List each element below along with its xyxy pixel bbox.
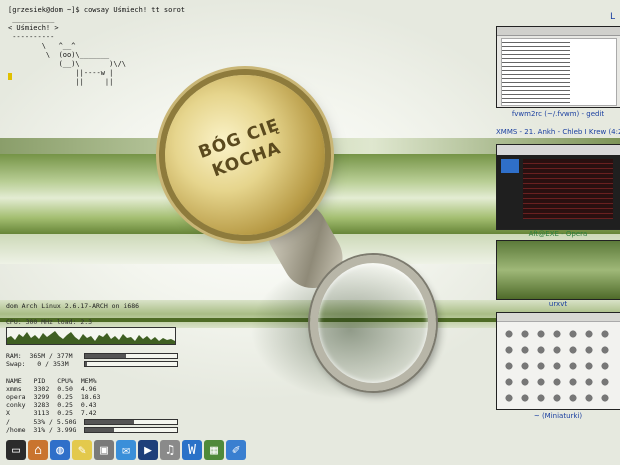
pager-corner-icon[interactable]: L xyxy=(610,12,615,22)
fs-root-bar xyxy=(84,419,178,425)
ram-bar-fill xyxy=(85,354,127,358)
ram-bar xyxy=(84,353,178,359)
thumbnail-opera[interactable] xyxy=(496,144,620,230)
column-header: MEM% xyxy=(80,377,97,385)
terminal-icon[interactable]: ▭ xyxy=(6,440,26,460)
process-cpu: 0.25 xyxy=(57,393,73,401)
conky-monitor: dom Arch Linux 2.6.17-ARCH on i686 CPU: … xyxy=(6,302,184,434)
process-cpu: 0.50 xyxy=(57,385,73,393)
media-icon[interactable]: ▣ xyxy=(94,440,114,460)
window-caption[interactable]: Aft@EXE - Opera xyxy=(496,230,620,238)
fs-root-meter: / 53% / 5.50G xyxy=(6,418,184,426)
fs-home-bar-fill xyxy=(85,428,114,432)
video-icon[interactable]: ▶ xyxy=(138,440,158,460)
home-icon[interactable]: ⌂ xyxy=(28,440,48,460)
table-row: xmms 3302 0.50 4.96 xyxy=(6,385,108,393)
image-icon[interactable]: ▦ xyxy=(204,440,224,460)
window-caption[interactable]: ~ (Miniaturki) xyxy=(496,412,620,420)
cap-inscription: BÓG CIĘ KOCHA xyxy=(195,115,284,182)
process-mem: 0.43 xyxy=(80,401,97,409)
process-table-header: NAME PID CPU% MEM% xyxy=(6,377,108,385)
process-pid: 3299 xyxy=(33,393,50,401)
keyring xyxy=(310,255,436,391)
process-mem: 18.63 xyxy=(80,393,101,401)
process-name: xmms xyxy=(6,385,22,393)
process-pid: 3283 xyxy=(33,401,50,409)
process-name: opera xyxy=(6,393,26,401)
globe-icon[interactable]: ◍ xyxy=(50,440,70,460)
thumbnail-file-manager[interactable] xyxy=(496,312,620,410)
music-icon[interactable]: ♫ xyxy=(160,440,180,460)
process-cpu: 0.25 xyxy=(57,401,73,409)
ram-meter: RAM: 365M / 377M xyxy=(6,352,184,360)
process-pid: 3113 xyxy=(33,409,50,417)
fs-home-bar xyxy=(84,427,178,433)
window-caption[interactable]: urxvt xyxy=(496,300,620,308)
terminal-output[interactable]: [grzesiek@dom ~]$ cowsay Uśmiech! tt sor… xyxy=(8,6,185,87)
swap-bar-fill xyxy=(85,362,87,366)
application-dock: ▭ ⌂ ◍ ✎ ▣ ✉ ▶ ♫ W ▦ ✐ xyxy=(6,440,246,460)
table-row: X 3113 0.25 7.42 xyxy=(6,409,108,417)
swap-label: Swap: 0 / 353M xyxy=(6,360,69,368)
notes-icon[interactable]: ✎ xyxy=(72,440,92,460)
system-info: dom Arch Linux 2.6.17-ARCH on i686 xyxy=(6,302,140,310)
thumbnail-urxvt[interactable] xyxy=(496,240,620,300)
fs-root-bar-fill xyxy=(85,420,134,424)
column-header: CPU% xyxy=(57,377,73,385)
ram-label: RAM: 365M / 377M xyxy=(6,352,73,360)
process-mem: 4.96 xyxy=(80,385,97,393)
column-header: PID xyxy=(33,377,46,385)
cpu-graph xyxy=(6,327,176,345)
process-mem: 7.42 xyxy=(80,409,97,417)
table-row: opera 3299 0.25 18.63 xyxy=(6,393,108,401)
table-row: conky 3283 0.25 0.43 xyxy=(6,401,108,409)
terminal-prompt: [grzesiek@dom ~]$ cowsay Uśmiech! tt sor… xyxy=(8,6,186,14)
process-name: X xyxy=(6,409,10,417)
process-table: NAME PID CPU% MEM% xmms 3302 0.50 4.96 oper… xyxy=(6,377,108,417)
column-header: NAME xyxy=(6,377,22,385)
fs-home-meter: /home 31% / 3.99G xyxy=(6,426,184,434)
fs-home-label: /home 31% / 3.99G xyxy=(6,426,77,434)
swap-meter: Swap: 0 / 353M xyxy=(6,360,184,368)
fs-root-label: / 53% / 5.50G xyxy=(6,418,77,426)
thumbnail-gedit[interactable] xyxy=(496,26,620,108)
cpu-info: CPU: 300 MHz load: 2.3 xyxy=(6,318,93,326)
swap-bar xyxy=(84,361,178,367)
window-caption[interactable]: XMMS - 21. Ankh - Chleb I Krew (4:27) xyxy=(496,128,620,136)
process-name: conky xyxy=(6,401,26,409)
edit-icon[interactable]: ✐ xyxy=(226,440,246,460)
process-cpu: 0.25 xyxy=(57,409,73,417)
window-caption[interactable]: fvwm2rc (~/.fvwm) - gedit xyxy=(496,110,620,118)
terminal-cursor xyxy=(8,73,12,80)
chat-icon[interactable]: ✉ xyxy=(116,440,136,460)
process-pid: 3302 xyxy=(33,385,50,393)
word-icon[interactable]: W xyxy=(182,440,202,460)
cowsay-output: __________ < Uśmiech! > ---------- \ ^__… xyxy=(8,15,127,86)
